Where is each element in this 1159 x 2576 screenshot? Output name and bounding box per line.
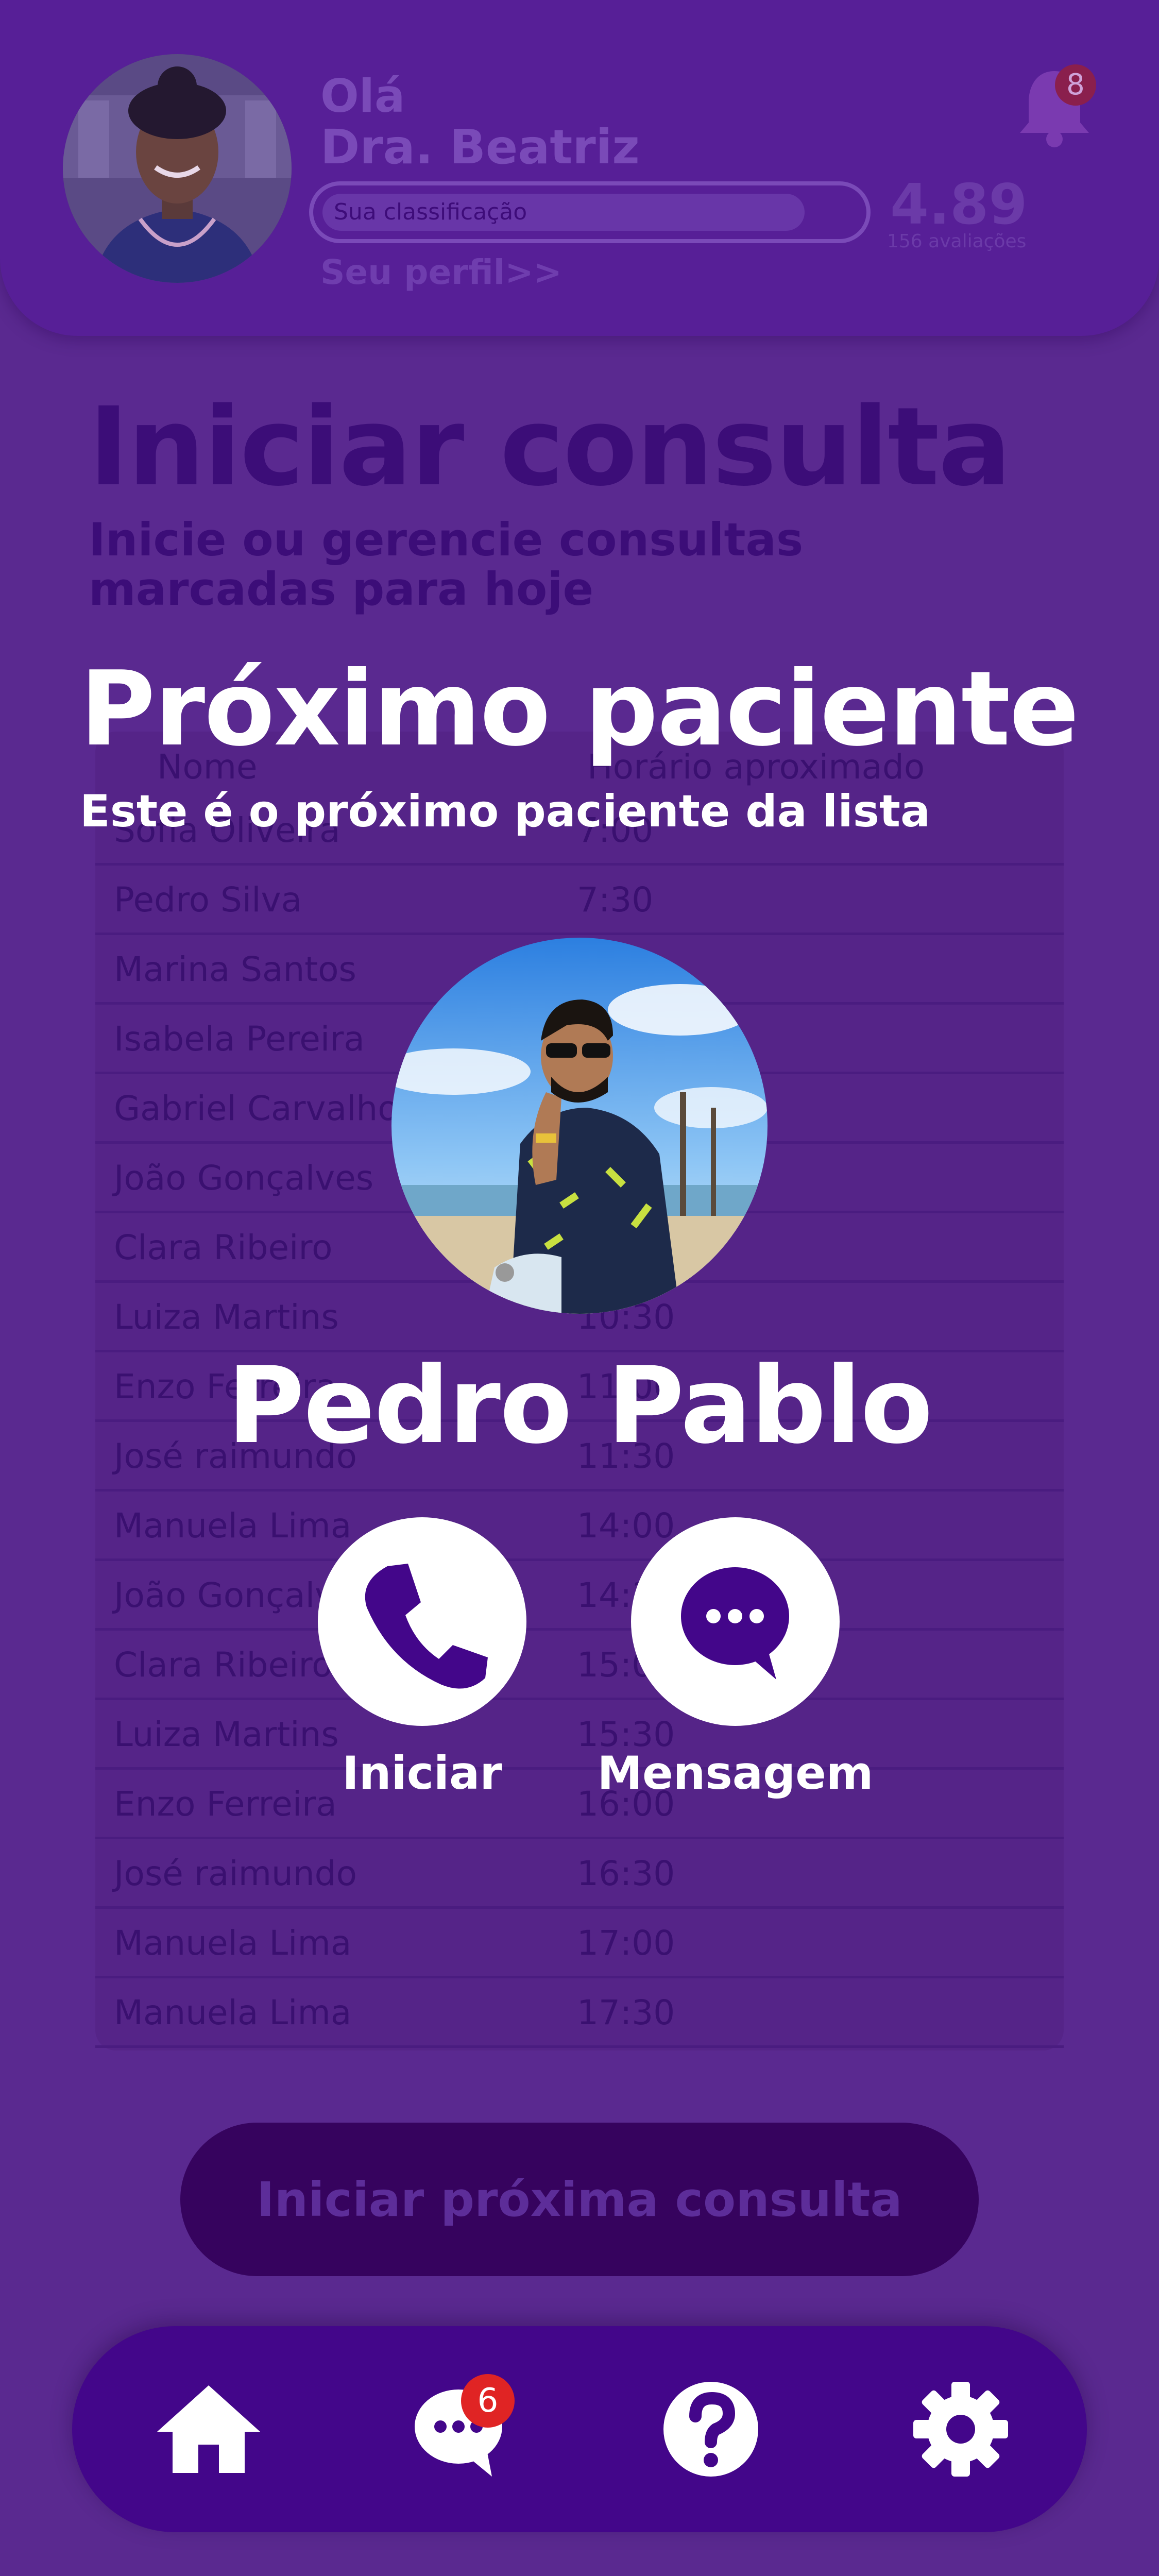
- table-row[interactable]: Manuela Lima 17:30: [95, 1978, 1064, 2048]
- rating-count: 156 avaliações: [887, 231, 1027, 252]
- profile-link[interactable]: Seu perfil>>: [320, 252, 562, 292]
- table-row[interactable]: João Gonçalves 14:30: [95, 1561, 1064, 1631]
- page-subtitle: Inicie ou gerencie consultas marcadas pa…: [89, 513, 804, 616]
- patient-name-cell: João Gonçalves: [114, 1158, 374, 1198]
- send-message-label: Mensagem: [597, 1747, 874, 1800]
- time-cell: 17:00: [577, 1923, 675, 1963]
- rating-value: 4.89: [890, 173, 1028, 237]
- patient-name-cell: Gabriel Carvalho: [114, 1089, 399, 1128]
- patient-name-cell: Clara Ribeiro: [114, 1228, 333, 1267]
- start-call-button[interactable]: [318, 1517, 526, 1726]
- help-icon: [663, 2382, 758, 2477]
- patient-name-cell: Luiza Martins: [114, 1297, 339, 1337]
- modal-subtitle: Este é o próximo paciente da lista: [80, 786, 931, 837]
- patient-name-cell: Clara Ribeiro: [114, 1645, 333, 1685]
- nav-settings-button[interactable]: [894, 2362, 1028, 2496]
- patient-name-cell: Luiza Martins: [114, 1715, 339, 1754]
- patient-photo: [391, 938, 768, 1314]
- rating-progress-bar: Sua classificação: [309, 181, 871, 243]
- nav-home-button[interactable]: [142, 2362, 276, 2496]
- patient-name-cell: Pedro Silva: [114, 880, 302, 920]
- rating-label: Sua classificação: [334, 199, 527, 225]
- settings-icon: [913, 2382, 1008, 2477]
- time-cell: 7:30: [577, 880, 654, 920]
- profile-header: Olá Dra. Beatriz Sua classificação 4.89 …: [0, 0, 1159, 336]
- patient-name-cell: Manuela Lima: [114, 1923, 352, 1963]
- patient-name: Pedro Pablo: [227, 1345, 933, 1467]
- doctor-name: Dra. Beatriz: [320, 120, 640, 175]
- table-row[interactable]: Manuela Lima 17:00: [95, 1909, 1064, 1978]
- time-cell: 16:30: [577, 1854, 675, 1893]
- patient-name-cell: Isabela Pereira: [114, 1019, 365, 1059]
- patient-name-cell: Manuela Lima: [114, 1506, 352, 1546]
- table-row[interactable]: José raimundo 16:30: [95, 1839, 1064, 1909]
- start-next-consultation-button[interactable]: Iniciar próxima consulta: [180, 2123, 979, 2276]
- patient-name-cell: Enzo Ferreira: [114, 1784, 337, 1824]
- modal-title: Próximo paciente: [80, 649, 1079, 769]
- start-call-label: Iniciar: [342, 1747, 502, 1800]
- patient-name-cell: José raimundo: [114, 1854, 357, 1893]
- home-icon: [157, 2385, 260, 2473]
- doctor-avatar[interactable]: [63, 54, 292, 283]
- notification-badge: 8: [1055, 64, 1096, 106]
- nav-help-button[interactable]: [644, 2362, 778, 2496]
- chat-bubble-icon: [681, 1567, 789, 1680]
- phone-icon: [365, 1564, 488, 1689]
- time-cell: 17:30: [577, 1993, 675, 2032]
- bottom-navigation: [72, 2326, 1087, 2532]
- table-row[interactable]: Pedro Silva 7:30: [95, 866, 1064, 935]
- table-row[interactable]: Clara Ribeiro 15:00: [95, 1631, 1064, 1700]
- page-title: Iniciar consulta: [89, 384, 1011, 510]
- chat-unread-badge: 6: [461, 2374, 515, 2428]
- patient-name-cell: Manuela Lima: [114, 1993, 352, 2032]
- greeting-hello: Olá: [320, 70, 405, 123]
- patient-name-cell: Marina Santos: [114, 950, 356, 989]
- send-message-button[interactable]: [631, 1517, 840, 1726]
- table-row[interactable]: Manuela Lima 14:00: [95, 1492, 1064, 1561]
